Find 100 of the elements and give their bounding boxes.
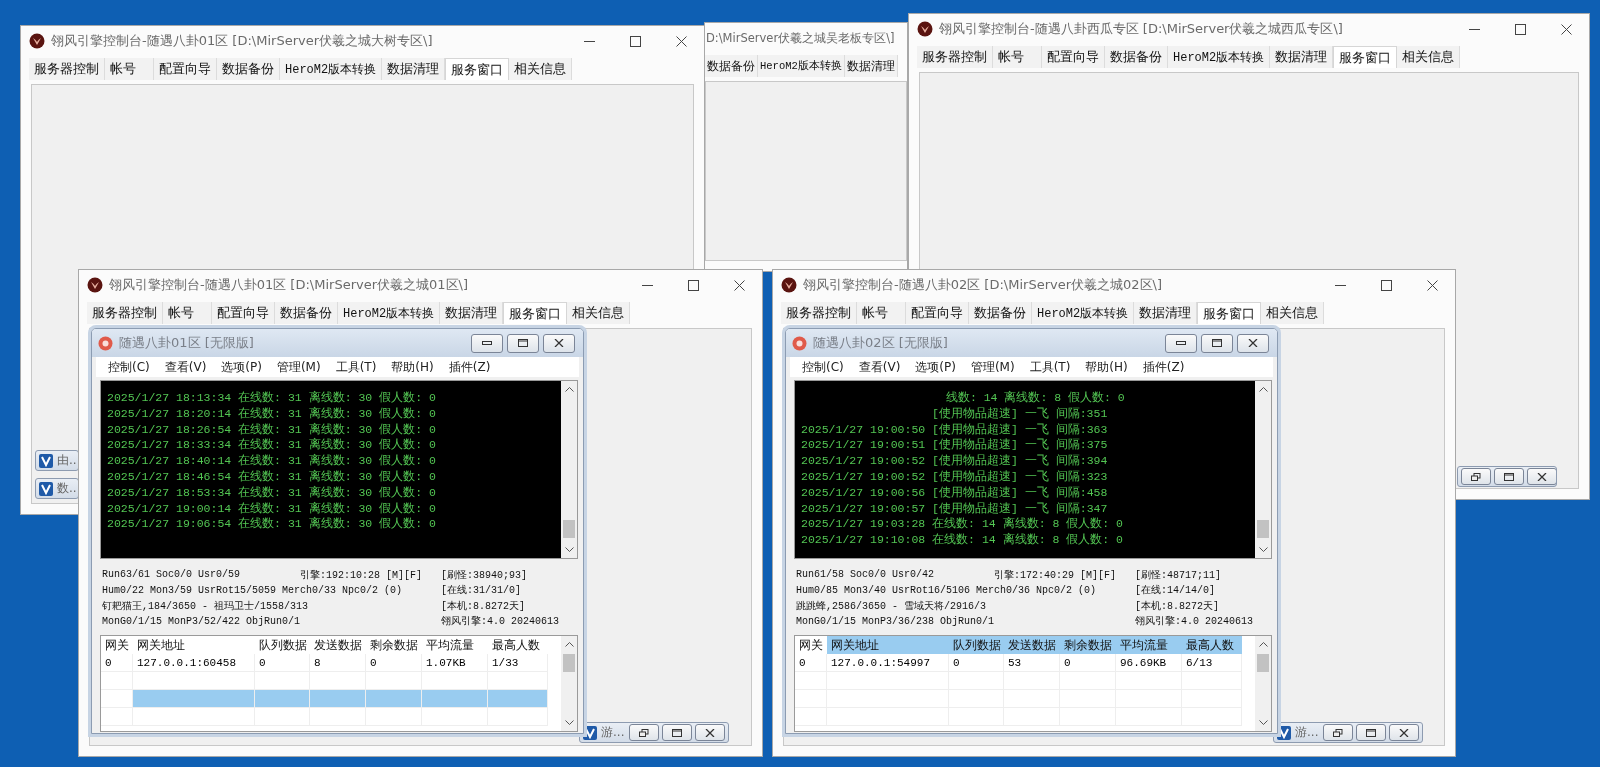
column-header[interactable]: 发送数据 — [310, 636, 366, 654]
scrollbar[interactable] — [561, 636, 577, 731]
scrollbar-thumb[interactable] — [563, 520, 575, 538]
maximize-button[interactable] — [1201, 333, 1233, 353]
minimize-button[interactable] — [471, 333, 503, 353]
column-header[interactable]: 平均流量 — [1116, 636, 1182, 654]
menu-item[interactable]: 插件(Z) — [448, 358, 491, 376]
menu-item[interactable]: 选项(P) — [221, 358, 262, 376]
tab[interactable]: 帐号 — [105, 58, 154, 80]
tab[interactable]: 服务窗口 — [503, 302, 568, 324]
maximize-button[interactable] — [1356, 724, 1386, 741]
minimized-window-title: 由... — [57, 452, 78, 469]
scrollbar-thumb[interactable] — [563, 654, 575, 672]
tab[interactable]: 数据清理 — [382, 58, 446, 80]
menu-item[interactable]: 管理(M) — [970, 358, 1015, 376]
minimized-window[interactable]: 由... — [35, 450, 79, 471]
tab[interactable]: 相关信息 — [567, 302, 631, 324]
minimize-icon — [583, 40, 595, 42]
close-button[interactable] — [543, 333, 575, 353]
table-cell: 0 — [255, 654, 310, 672]
restore-button[interactable] — [1323, 724, 1353, 741]
maximize-button[interactable] — [507, 333, 539, 353]
status-text: [刷怪:48717;11] — [1135, 568, 1222, 582]
tab[interactable]: 相关信息 — [1397, 46, 1461, 68]
tab[interactable]: 数据清理 — [1134, 302, 1198, 324]
tab[interactable]: HeroM2版本转换 — [758, 55, 845, 77]
column-header[interactable]: 平均流量 — [422, 636, 488, 654]
close-button[interactable] — [1237, 333, 1269, 353]
tab[interactable]: 帐号 — [163, 302, 212, 324]
menu-item[interactable]: 控制(C) — [802, 358, 844, 376]
minimized-window[interactable]: 游... — [1273, 722, 1423, 743]
column-header[interactable]: 网关地址 — [827, 636, 949, 654]
table-cell: 0 — [101, 654, 133, 672]
tab[interactable]: HeroM2版本转换 — [338, 302, 441, 324]
column-header[interactable]: 网关地址 — [133, 636, 255, 654]
tab[interactable]: 服务器控制 — [917, 46, 993, 68]
v-logo-icon — [39, 481, 53, 496]
close-button[interactable] — [1527, 468, 1556, 485]
close-icon — [675, 35, 687, 47]
menu-item[interactable]: 查看(V) — [858, 358, 901, 376]
v-logo-icon — [39, 453, 53, 468]
menu-item[interactable]: 插件(Z) — [1142, 358, 1185, 376]
scrollbar-thumb[interactable] — [1257, 520, 1269, 538]
tab[interactable]: 配置向导 — [1042, 46, 1105, 68]
tab[interactable]: 帐号 — [857, 302, 906, 324]
tab[interactable]: 帐号 — [993, 46, 1042, 68]
minimized-window[interactable]: 游... — [579, 722, 729, 743]
maximize-button[interactable] — [662, 724, 692, 741]
close-button[interactable] — [1389, 724, 1419, 741]
menu-item[interactable]: 查看(V) — [164, 358, 207, 376]
tab[interactable]: 数据备份 — [217, 58, 280, 80]
menu-item[interactable]: 帮助(H) — [391, 358, 434, 376]
status-text: [刷怪:38940;93] — [441, 568, 528, 582]
column-header[interactable]: 队列数据 — [949, 636, 1004, 654]
menu-item[interactable]: 帮助(H) — [1085, 358, 1128, 376]
scrollbar-thumb[interactable] — [1257, 654, 1269, 672]
column-header[interactable]: 队列数据 — [255, 636, 310, 654]
column-header[interactable]: 网关 — [101, 636, 133, 654]
tab[interactable]: 数据清理 — [1270, 46, 1334, 68]
tab[interactable]: 相关信息 — [509, 58, 573, 80]
scrollbar[interactable] — [1255, 636, 1271, 731]
menu-item[interactable]: 工具(T) — [1029, 358, 1071, 376]
minimized-window[interactable]: 数... — [35, 478, 79, 499]
menu-item[interactable]: 控制(C) — [108, 358, 150, 376]
close-button[interactable] — [695, 724, 725, 741]
tab[interactable]: 配置向导 — [212, 302, 275, 324]
menu-item[interactable]: 选项(P) — [915, 358, 956, 376]
column-header[interactable]: 最高人数 — [1182, 636, 1242, 654]
tab[interactable]: 服务窗口 — [1333, 46, 1398, 68]
column-header[interactable]: 剩余数据 — [1060, 636, 1116, 654]
maximize-button[interactable] — [1494, 468, 1524, 485]
tab[interactable]: HeroM2版本转换 — [1168, 46, 1271, 68]
column-header[interactable]: 发送数据 — [1004, 636, 1060, 654]
restore-button[interactable] — [1461, 468, 1491, 485]
tab[interactable]: HeroM2版本转换 — [1032, 302, 1135, 324]
tab[interactable]: 数据备份 — [705, 55, 758, 77]
tab[interactable]: 服务器控制 — [87, 302, 163, 324]
column-header[interactable]: 最高人数 — [488, 636, 548, 654]
tab[interactable]: 数据备份 — [969, 302, 1032, 324]
tab[interactable]: 数据清理 — [440, 302, 504, 324]
menu-item[interactable]: 管理(M) — [276, 358, 321, 376]
tab[interactable]: 配置向导 — [154, 58, 217, 80]
tab[interactable]: HeroM2版本转换 — [280, 58, 383, 80]
tab[interactable]: 数据备份 — [1105, 46, 1168, 68]
tab[interactable]: 服务窗口 — [1197, 302, 1262, 324]
tab[interactable]: 数据备份 — [275, 302, 338, 324]
tab[interactable]: 配置向导 — [906, 302, 969, 324]
tab[interactable]: 服务器控制 — [29, 58, 105, 80]
log-line: 2025/1/27 18:33:34 在线数: 31 离线数: 30 假人数: 0 — [107, 437, 437, 454]
tab[interactable]: 服务窗口 — [445, 58, 510, 80]
tab[interactable]: 数据清理 — [844, 55, 898, 77]
tab[interactable]: 相关信息 — [1261, 302, 1325, 324]
column-header[interactable]: 网关 — [795, 636, 827, 654]
restore-button[interactable] — [629, 724, 659, 741]
close-icon — [1426, 279, 1438, 291]
menu-item[interactable]: 工具(T) — [335, 358, 377, 376]
tab[interactable]: 服务器控制 — [781, 302, 857, 324]
minimized-window[interactable] — [1457, 466, 1557, 487]
minimize-button[interactable] — [1165, 333, 1197, 353]
column-header[interactable]: 剩余数据 — [366, 636, 422, 654]
